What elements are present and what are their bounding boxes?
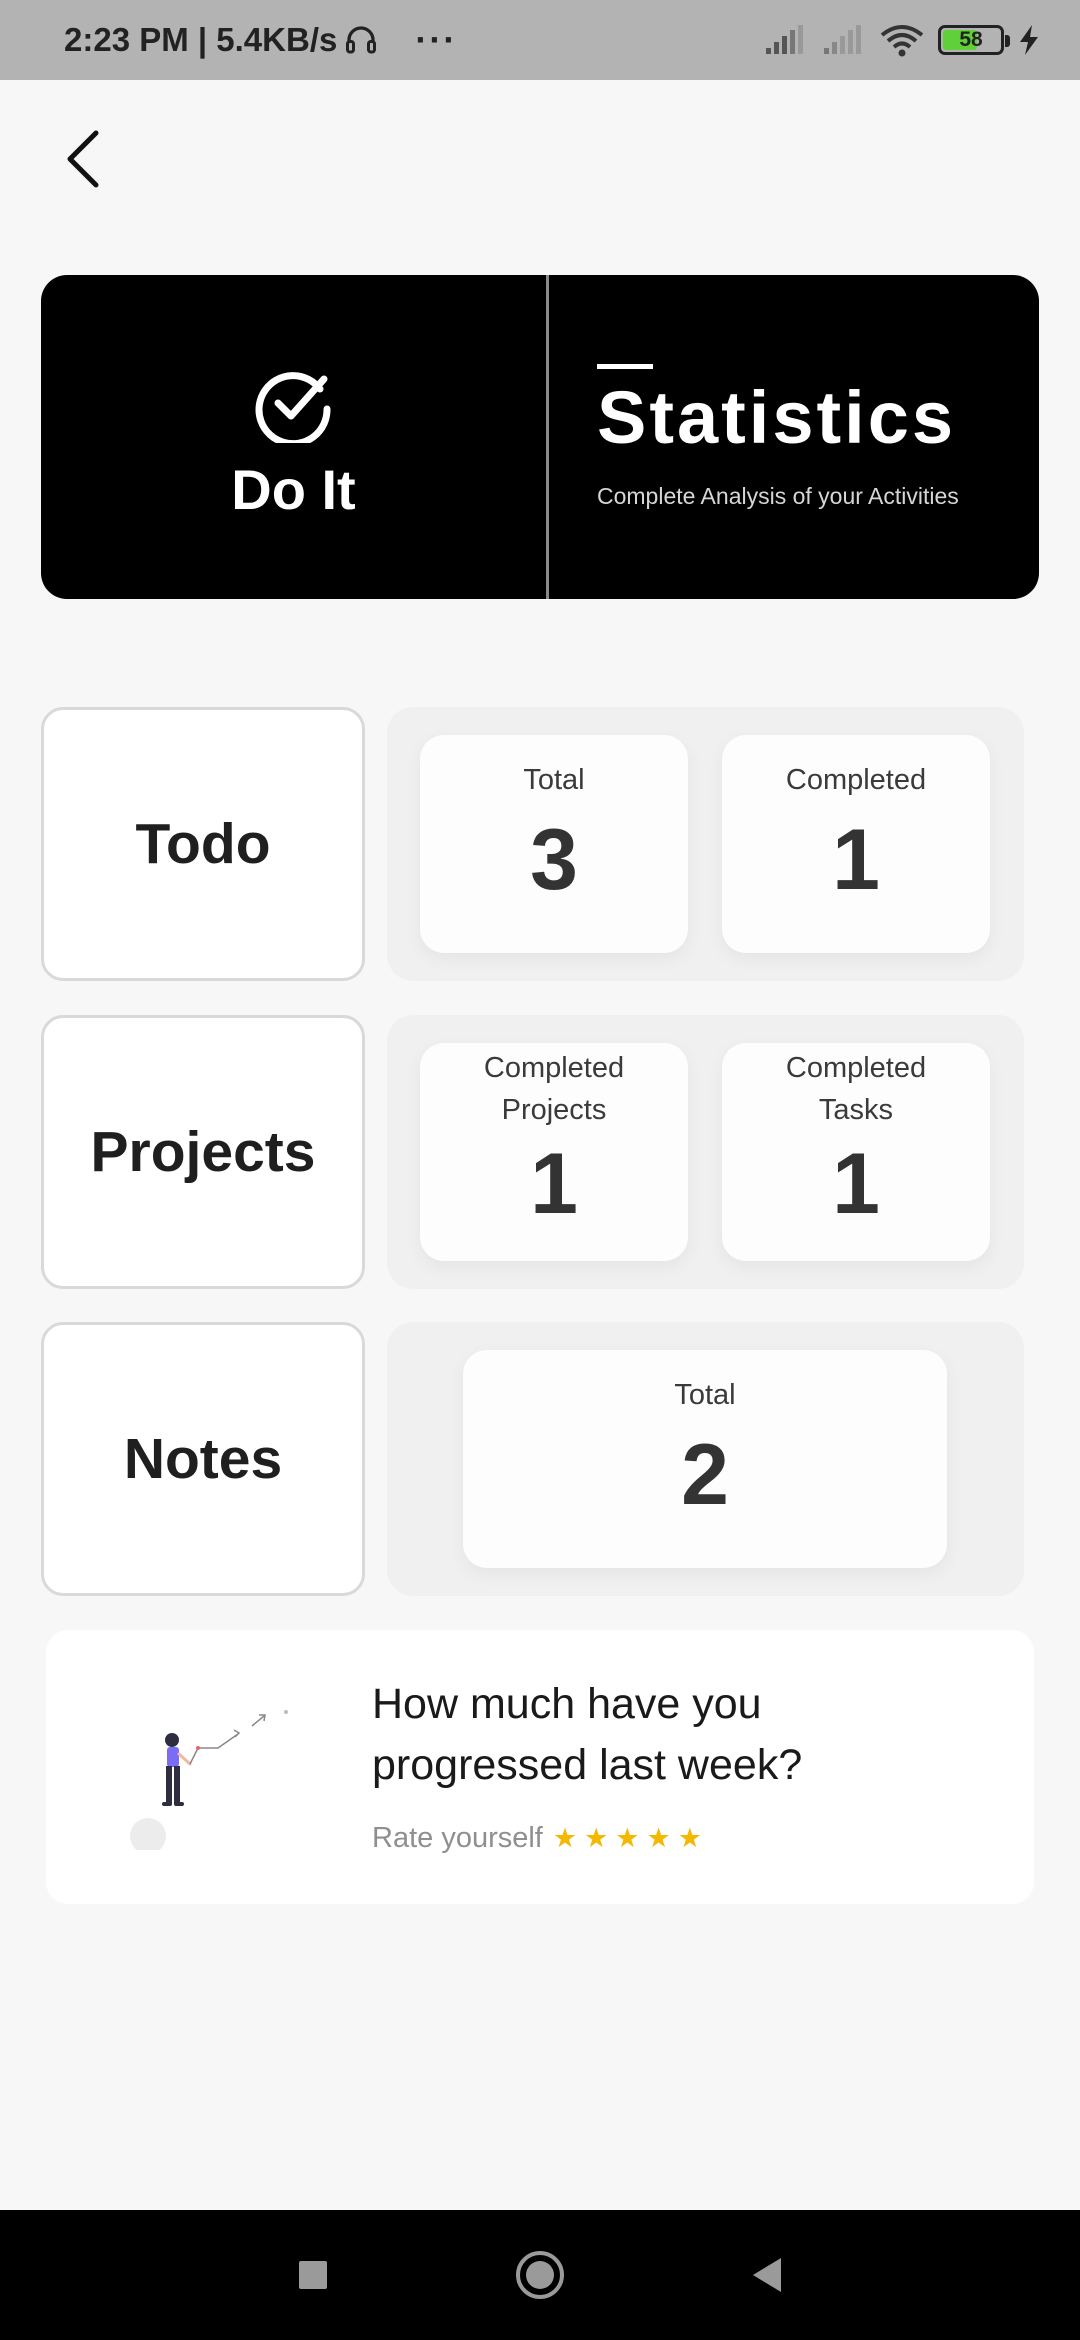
status-left: 2:23 PM | 5.4KB/s ··· xyxy=(64,19,457,61)
stat-label: Completed xyxy=(785,764,927,796)
signal-icon xyxy=(766,25,803,54)
progress-illustration xyxy=(130,1710,288,1850)
stat-label: Total xyxy=(674,1379,736,1411)
title-accent-bar xyxy=(597,364,653,369)
title-block: Statistics Complete Analysis of your Act… xyxy=(549,275,1039,599)
brand-name: Do It xyxy=(231,457,356,521)
star-icon[interactable]: ★ xyxy=(584,1825,608,1852)
page-title: Statistics xyxy=(597,376,957,459)
page-subtitle: Complete Analysis of your Activities xyxy=(597,483,959,509)
rate-progress-card[interactable]: How much have you progressed last week? … xyxy=(46,1630,1034,1904)
star-icon[interactable]: ★ xyxy=(647,1825,671,1852)
todo-completed-stat: Completed 1 xyxy=(722,735,990,953)
notes-total-stat: Total 2 xyxy=(463,1350,947,1568)
nav-circle-icon xyxy=(515,2251,564,2299)
todo-section: Todo Total 3 Completed 1 xyxy=(41,707,1041,981)
header-card: Do It Statistics Complete Analysis of yo… xyxy=(41,275,1039,599)
stat-value: 1 xyxy=(832,1136,880,1232)
rating-stars: ★ ★ ★ ★ ★ xyxy=(553,1825,702,1852)
stat-label-line1: Completed xyxy=(785,1052,927,1084)
nav-triangle-icon xyxy=(752,2258,781,2292)
projects-label-card[interactable]: Projects xyxy=(41,1015,365,1289)
stat-label-line2: Tasks xyxy=(818,1094,894,1126)
star-icon[interactable]: ★ xyxy=(615,1825,639,1852)
todo-stats-panel: Total 3 Completed 1 xyxy=(387,707,1024,981)
stat-label: Completed Projects xyxy=(484,1047,624,1131)
back-nav-button[interactable] xyxy=(737,2245,797,2305)
status-right: 58 xyxy=(764,23,1040,57)
battery-icon: 58 xyxy=(938,25,1010,55)
notes-section: Notes Total 2 xyxy=(41,1322,1041,1596)
screen: 2:23 PM | 5.4KB/s ··· 58 Do It Statistic… xyxy=(0,0,1080,2340)
system-nav-bar xyxy=(0,2210,1080,2340)
back-arrow-icon xyxy=(67,130,99,188)
projects-stats-panel: Completed Projects 1 Completed Tasks 1 xyxy=(387,1015,1024,1289)
todo-total-stat: Total 3 xyxy=(420,735,688,953)
home-button[interactable] xyxy=(510,2245,570,2305)
stat-label-line1: Completed xyxy=(483,1052,625,1084)
more-dots: ··· xyxy=(415,19,458,60)
completed-projects-stat: Completed Projects 1 xyxy=(420,1043,688,1261)
headset-icon xyxy=(346,26,377,54)
nav-square-icon xyxy=(299,2261,328,2289)
charging-icon xyxy=(1020,25,1038,55)
star-icon[interactable]: ★ xyxy=(678,1825,702,1852)
back-button[interactable] xyxy=(52,124,112,194)
battery-level: 58 xyxy=(959,28,983,51)
rate-yourself-label: Rate yourself xyxy=(372,1822,543,1854)
projects-section: Projects Completed Projects 1 Completed … xyxy=(41,1015,1041,1289)
status-bar: 2:23 PM | 5.4KB/s ··· 58 xyxy=(0,0,1080,80)
stat-value: 3 xyxy=(530,812,578,908)
recents-button[interactable] xyxy=(283,2245,343,2305)
check-circle-icon xyxy=(255,371,331,443)
status-time-speed: 2:23 PM | 5.4KB/s xyxy=(64,21,338,58)
stat-label-line2: Projects xyxy=(501,1094,607,1126)
notes-stats-panel: Total 2 xyxy=(387,1322,1024,1596)
stat-value: 2 xyxy=(681,1427,729,1523)
stat-label: Completed Tasks xyxy=(786,1047,926,1131)
todo-label-card[interactable]: Todo xyxy=(41,707,365,981)
star-icon[interactable]: ★ xyxy=(553,1825,577,1852)
rate-yourself-row[interactable]: Rate yourself ★ ★ ★ ★ ★ xyxy=(372,1822,702,1855)
signal-icon xyxy=(824,25,861,54)
stat-value: 1 xyxy=(530,1136,578,1232)
battery-nub xyxy=(1005,35,1010,47)
stat-value: 1 xyxy=(832,812,880,908)
completed-tasks-stat: Completed Tasks 1 xyxy=(722,1043,990,1261)
progress-question: How much have you progressed last week? xyxy=(372,1680,803,1789)
brand-block: Do It xyxy=(41,275,549,599)
stat-label: Total xyxy=(523,764,585,796)
notes-label-card[interactable]: Notes xyxy=(41,1322,365,1596)
wifi-icon xyxy=(880,25,924,57)
